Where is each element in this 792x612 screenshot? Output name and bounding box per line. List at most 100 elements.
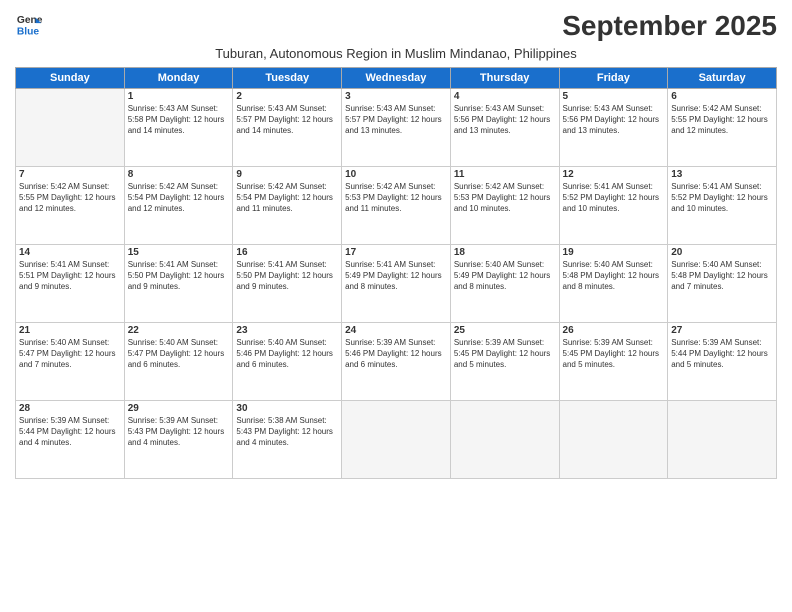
day-info: Sunrise: 5:41 AM Sunset: 5:50 PM Dayligh… xyxy=(128,259,230,293)
cell-4-7: 27Sunrise: 5:39 AM Sunset: 5:44 PM Dayli… xyxy=(668,323,777,401)
day-number: 11 xyxy=(454,169,556,180)
week-row-1: 1Sunrise: 5:43 AM Sunset: 5:58 PM Daylig… xyxy=(16,89,777,167)
svg-text:General: General xyxy=(17,15,43,26)
week-row-4: 21Sunrise: 5:40 AM Sunset: 5:47 PM Dayli… xyxy=(16,323,777,401)
day-info: Sunrise: 5:40 AM Sunset: 5:46 PM Dayligh… xyxy=(236,337,338,371)
day-info: Sunrise: 5:40 AM Sunset: 5:47 PM Dayligh… xyxy=(128,337,230,371)
col-monday: Monday xyxy=(124,68,233,89)
day-info: Sunrise: 5:42 AM Sunset: 5:53 PM Dayligh… xyxy=(454,181,556,215)
day-info: Sunrise: 5:41 AM Sunset: 5:49 PM Dayligh… xyxy=(345,259,447,293)
cell-2-6: 12Sunrise: 5:41 AM Sunset: 5:52 PM Dayli… xyxy=(559,167,668,245)
day-info: Sunrise: 5:39 AM Sunset: 5:44 PM Dayligh… xyxy=(671,337,773,371)
day-info: Sunrise: 5:41 AM Sunset: 5:52 PM Dayligh… xyxy=(563,181,665,215)
cell-3-3: 16Sunrise: 5:41 AM Sunset: 5:50 PM Dayli… xyxy=(233,245,342,323)
title-block: September 2025 xyxy=(562,10,777,42)
day-number: 9 xyxy=(236,169,338,180)
cell-5-4 xyxy=(342,401,451,479)
cell-3-1: 14Sunrise: 5:41 AM Sunset: 5:51 PM Dayli… xyxy=(16,245,125,323)
day-info: Sunrise: 5:40 AM Sunset: 5:47 PM Dayligh… xyxy=(19,337,121,371)
page: General Blue September 2025 Tuburan, Aut… xyxy=(0,0,792,612)
cell-5-6 xyxy=(559,401,668,479)
subtitle: Tuburan, Autonomous Region in Muslim Min… xyxy=(15,46,777,61)
cell-1-6: 5Sunrise: 5:43 AM Sunset: 5:56 PM Daylig… xyxy=(559,89,668,167)
day-number: 18 xyxy=(454,247,556,258)
day-info: Sunrise: 5:42 AM Sunset: 5:54 PM Dayligh… xyxy=(236,181,338,215)
day-number: 10 xyxy=(345,169,447,180)
cell-1-3: 2Sunrise: 5:43 AM Sunset: 5:57 PM Daylig… xyxy=(233,89,342,167)
cell-2-7: 13Sunrise: 5:41 AM Sunset: 5:52 PM Dayli… xyxy=(668,167,777,245)
day-number: 20 xyxy=(671,247,773,258)
calendar-table: Sunday Monday Tuesday Wednesday Thursday… xyxy=(15,67,777,479)
day-number: 17 xyxy=(345,247,447,258)
day-number: 26 xyxy=(563,325,665,336)
day-info: Sunrise: 5:39 AM Sunset: 5:45 PM Dayligh… xyxy=(563,337,665,371)
col-tuesday: Tuesday xyxy=(233,68,342,89)
cell-2-2: 8Sunrise: 5:42 AM Sunset: 5:54 PM Daylig… xyxy=(124,167,233,245)
week-row-2: 7Sunrise: 5:42 AM Sunset: 5:55 PM Daylig… xyxy=(16,167,777,245)
cell-5-3: 30Sunrise: 5:38 AM Sunset: 5:43 PM Dayli… xyxy=(233,401,342,479)
day-number: 23 xyxy=(236,325,338,336)
day-info: Sunrise: 5:41 AM Sunset: 5:52 PM Dayligh… xyxy=(671,181,773,215)
cell-5-7 xyxy=(668,401,777,479)
cell-2-3: 9Sunrise: 5:42 AM Sunset: 5:54 PM Daylig… xyxy=(233,167,342,245)
cell-1-5: 4Sunrise: 5:43 AM Sunset: 5:56 PM Daylig… xyxy=(450,89,559,167)
day-number: 8 xyxy=(128,169,230,180)
cell-3-5: 18Sunrise: 5:40 AM Sunset: 5:49 PM Dayli… xyxy=(450,245,559,323)
day-info: Sunrise: 5:39 AM Sunset: 5:44 PM Dayligh… xyxy=(19,415,121,449)
col-wednesday: Wednesday xyxy=(342,68,451,89)
cell-4-1: 21Sunrise: 5:40 AM Sunset: 5:47 PM Dayli… xyxy=(16,323,125,401)
day-info: Sunrise: 5:39 AM Sunset: 5:45 PM Dayligh… xyxy=(454,337,556,371)
cell-4-4: 24Sunrise: 5:39 AM Sunset: 5:46 PM Dayli… xyxy=(342,323,451,401)
day-number: 16 xyxy=(236,247,338,258)
col-sunday: Sunday xyxy=(16,68,125,89)
day-number: 22 xyxy=(128,325,230,336)
day-info: Sunrise: 5:40 AM Sunset: 5:49 PM Dayligh… xyxy=(454,259,556,293)
day-info: Sunrise: 5:38 AM Sunset: 5:43 PM Dayligh… xyxy=(236,415,338,449)
day-number: 6 xyxy=(671,91,773,102)
day-info: Sunrise: 5:43 AM Sunset: 5:56 PM Dayligh… xyxy=(563,103,665,137)
day-number: 14 xyxy=(19,247,121,258)
day-info: Sunrise: 5:41 AM Sunset: 5:50 PM Dayligh… xyxy=(236,259,338,293)
day-info: Sunrise: 5:39 AM Sunset: 5:43 PM Dayligh… xyxy=(128,415,230,449)
cell-4-3: 23Sunrise: 5:40 AM Sunset: 5:46 PM Dayli… xyxy=(233,323,342,401)
cell-3-6: 19Sunrise: 5:40 AM Sunset: 5:48 PM Dayli… xyxy=(559,245,668,323)
day-info: Sunrise: 5:41 AM Sunset: 5:51 PM Dayligh… xyxy=(19,259,121,293)
day-number: 3 xyxy=(345,91,447,102)
cell-3-7: 20Sunrise: 5:40 AM Sunset: 5:48 PM Dayli… xyxy=(668,245,777,323)
day-info: Sunrise: 5:42 AM Sunset: 5:55 PM Dayligh… xyxy=(19,181,121,215)
day-number: 24 xyxy=(345,325,447,336)
col-saturday: Saturday xyxy=(668,68,777,89)
day-info: Sunrise: 5:43 AM Sunset: 5:57 PM Dayligh… xyxy=(236,103,338,137)
day-number: 4 xyxy=(454,91,556,102)
cell-3-2: 15Sunrise: 5:41 AM Sunset: 5:50 PM Dayli… xyxy=(124,245,233,323)
week-row-3: 14Sunrise: 5:41 AM Sunset: 5:51 PM Dayli… xyxy=(16,245,777,323)
cell-1-1 xyxy=(16,89,125,167)
day-number: 5 xyxy=(563,91,665,102)
day-number: 28 xyxy=(19,403,121,414)
day-number: 7 xyxy=(19,169,121,180)
month-title: September 2025 xyxy=(562,10,777,42)
day-number: 27 xyxy=(671,325,773,336)
cell-5-5 xyxy=(450,401,559,479)
col-thursday: Thursday xyxy=(450,68,559,89)
day-info: Sunrise: 5:40 AM Sunset: 5:48 PM Dayligh… xyxy=(671,259,773,293)
day-number: 25 xyxy=(454,325,556,336)
logo-icon: General Blue xyxy=(15,10,43,38)
day-info: Sunrise: 5:40 AM Sunset: 5:48 PM Dayligh… xyxy=(563,259,665,293)
day-number: 29 xyxy=(128,403,230,414)
cell-2-5: 11Sunrise: 5:42 AM Sunset: 5:53 PM Dayli… xyxy=(450,167,559,245)
day-info: Sunrise: 5:43 AM Sunset: 5:58 PM Dayligh… xyxy=(128,103,230,137)
cell-2-1: 7Sunrise: 5:42 AM Sunset: 5:55 PM Daylig… xyxy=(16,167,125,245)
cell-4-2: 22Sunrise: 5:40 AM Sunset: 5:47 PM Dayli… xyxy=(124,323,233,401)
day-info: Sunrise: 5:42 AM Sunset: 5:55 PM Dayligh… xyxy=(671,103,773,137)
cell-5-2: 29Sunrise: 5:39 AM Sunset: 5:43 PM Dayli… xyxy=(124,401,233,479)
header-row: Sunday Monday Tuesday Wednesday Thursday… xyxy=(16,68,777,89)
day-number: 13 xyxy=(671,169,773,180)
cell-4-5: 25Sunrise: 5:39 AM Sunset: 5:45 PM Dayli… xyxy=(450,323,559,401)
day-info: Sunrise: 5:43 AM Sunset: 5:57 PM Dayligh… xyxy=(345,103,447,137)
cell-3-4: 17Sunrise: 5:41 AM Sunset: 5:49 PM Dayli… xyxy=(342,245,451,323)
day-info: Sunrise: 5:42 AM Sunset: 5:53 PM Dayligh… xyxy=(345,181,447,215)
cell-5-1: 28Sunrise: 5:39 AM Sunset: 5:44 PM Dayli… xyxy=(16,401,125,479)
cell-1-2: 1Sunrise: 5:43 AM Sunset: 5:58 PM Daylig… xyxy=(124,89,233,167)
day-number: 1 xyxy=(128,91,230,102)
